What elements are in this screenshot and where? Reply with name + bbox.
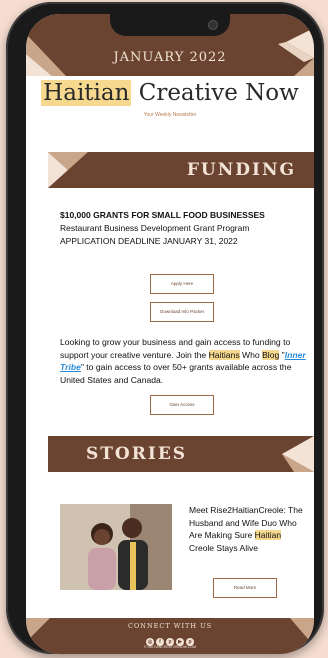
grant-program: Restaurant Business Development Grant Pr…	[60, 223, 250, 233]
grant-deadline: APPLICATION DEADLINE JANUARY 31, 2022	[60, 236, 238, 246]
phone-notch	[110, 14, 230, 36]
grant-title: $10,000 GRANTS FOR SMALL FOOD BUSINESSES	[60, 210, 265, 220]
newsletter-subtitle: Your Weekly Newsletter	[143, 112, 197, 118]
download-info-packet-button[interactable]: Download Info Packet	[150, 302, 214, 322]
read-more-button[interactable]: Read More	[213, 578, 277, 598]
connect-heading: CONNECT WITH US	[127, 622, 213, 630]
title-rest: Creative Now	[131, 80, 299, 106]
funding-body-text: Looking to grow your business and gain a…	[60, 337, 306, 385]
apply-here-button[interactable]: Apply Here	[150, 274, 214, 294]
header-right-ornament	[278, 28, 314, 76]
newsletter-title: Haitian Creative Now	[26, 80, 314, 106]
funding-banner: FUNDING	[48, 152, 314, 188]
stories-banner-ornament	[282, 436, 314, 472]
header-left-ornament	[26, 34, 66, 76]
camera-icon	[208, 20, 218, 30]
stories-heading: STORIES	[86, 444, 188, 464]
title-highlight: Haitian	[41, 80, 132, 106]
funding-banner-ornament	[48, 152, 88, 188]
phone-screen: JANUARY 2022 Haitian Creative Now Your W…	[26, 14, 314, 654]
gain-access-button[interactable]: Gain Access	[150, 395, 214, 415]
footer-site: © HAITIANCREATIVENOW.COM	[143, 645, 197, 649]
stories-banner: STORIES	[48, 436, 314, 472]
phone-frame: JANUARY 2022 Haitian Creative Now Your W…	[6, 2, 324, 654]
story-photo[interactable]	[60, 504, 172, 590]
footer: CONNECT WITH US ◎ f p ▶ p © HAITIANCREATIVEN…	[26, 618, 314, 654]
story-headline: Meet Rise2HaitianCreole: The Husband and…	[189, 505, 303, 553]
issue-month: JANUARY 2022	[113, 50, 227, 65]
funding-heading: FUNDING	[186, 160, 296, 180]
couple-photo-illustration	[60, 504, 172, 590]
